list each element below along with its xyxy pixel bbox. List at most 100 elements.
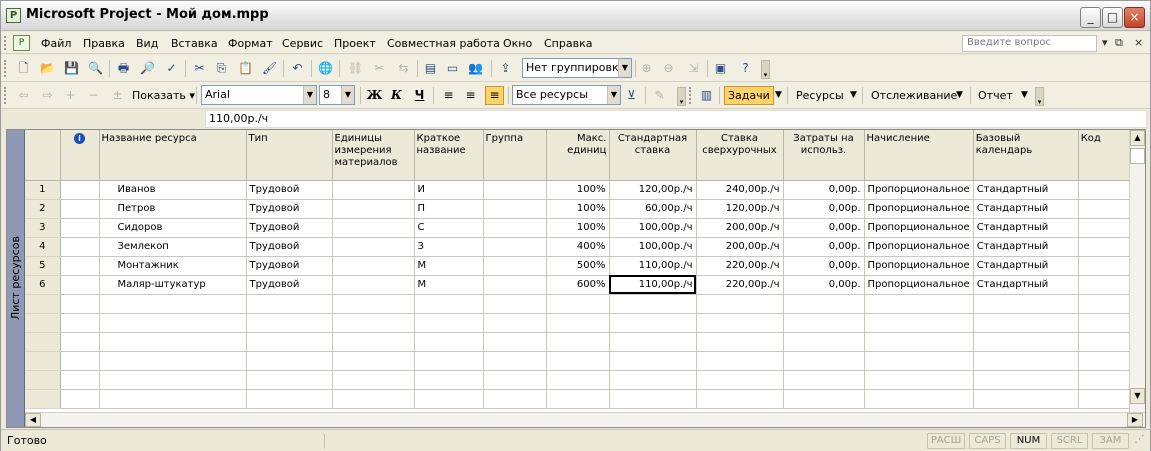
toolbar-grip[interactable] — [4, 87, 7, 104]
chevron-down-icon[interactable]: ▼ — [956, 86, 963, 105]
cell-max-units[interactable]: 600% — [546, 275, 610, 295]
cell-short-name[interactable]: И — [414, 180, 484, 200]
cell-material-units[interactable] — [332, 313, 415, 333]
cell-accrue[interactable]: Пропорциональное — [864, 180, 974, 200]
help-search-input[interactable]: Введите вопрос — [962, 35, 1097, 52]
chevron-down-icon[interactable]: ▼ — [341, 86, 354, 104]
scroll-thumb[interactable] — [1130, 148, 1145, 164]
cell-indicators[interactable] — [60, 199, 100, 219]
menu-window[interactable]: Окно — [503, 37, 532, 50]
table-row[interactable] — [25, 351, 1139, 371]
cell-type[interactable] — [246, 389, 333, 409]
cell-accrue[interactable]: Пропорциональное — [864, 218, 974, 238]
cell-accrue[interactable]: Пропорциональное — [864, 256, 974, 276]
cell-material-units[interactable] — [332, 332, 415, 352]
cell-short-name[interactable]: П — [414, 199, 484, 219]
close-button[interactable]: × — [1124, 7, 1145, 28]
cell-cost-per-use[interactable]: 0,00р. — [783, 237, 865, 257]
resize-grip-icon[interactable]: ⋰ — [1133, 433, 1146, 449]
cell-indicators[interactable] — [60, 180, 100, 200]
table-row[interactable]: 2 Петров Трудовой П 100% 60,00р./ч 120,00р./ч 0… — [25, 199, 1139, 219]
font-select[interactable]: Arial ▼ — [201, 85, 317, 105]
row-number[interactable]: 5 — [25, 256, 61, 276]
grouping-select[interactable]: Нет группировки ▼ — [522, 58, 632, 78]
cell-indicators[interactable] — [60, 294, 100, 314]
row-number[interactable] — [25, 294, 61, 314]
cell-max-units[interactable]: 100% — [546, 180, 610, 200]
cell-overtime-rate[interactable] — [696, 389, 784, 409]
cell-overtime-rate[interactable]: 220,00р./ч — [696, 275, 784, 295]
cell-group[interactable] — [483, 351, 547, 371]
cell-standard-rate[interactable]: 110,00р./ч — [609, 256, 697, 276]
cell-indicators[interactable] — [60, 351, 100, 371]
copy-picture-icon[interactable]: ▣ — [712, 60, 729, 77]
cell-base-calendar[interactable] — [973, 351, 1079, 371]
table-row[interactable] — [25, 294, 1139, 314]
cell-accrue[interactable]: Пропорциональное — [864, 275, 974, 295]
cell-base-calendar[interactable] — [973, 332, 1079, 352]
tracking-guide-button[interactable]: Отслеживание — [868, 86, 960, 105]
cell-standard-rate[interactable] — [609, 351, 697, 371]
cell-short-name[interactable]: М — [414, 275, 484, 295]
align-right-icon[interactable]: ≡ — [485, 86, 504, 105]
scroll-left-icon[interactable]: ◀ — [25, 413, 41, 427]
cut-icon[interactable]: ✂ — [191, 60, 208, 77]
copy-icon[interactable]: ⎘ — [213, 60, 230, 77]
chevron-down-icon[interactable]: ▼ — [775, 86, 782, 105]
cell-overtime-rate[interactable] — [696, 294, 784, 314]
cell-max-units[interactable] — [546, 313, 610, 333]
cell-type[interactable] — [246, 370, 333, 390]
cell-base-calendar[interactable]: Стандартный — [973, 199, 1079, 219]
cell-cost-per-use[interactable] — [783, 370, 865, 390]
task-info-icon[interactable]: ▤ — [422, 60, 439, 77]
cell-group[interactable] — [483, 294, 547, 314]
menu-project[interactable]: Проект — [334, 37, 376, 50]
cell-resource-name[interactable]: Монтажник — [99, 256, 247, 276]
row-number[interactable]: 3 — [25, 218, 61, 238]
cell-type[interactable] — [246, 313, 333, 333]
open-folder-icon[interactable]: 📂 — [39, 60, 56, 77]
publish-icon[interactable]: ⇪ — [497, 60, 514, 77]
row-number[interactable]: 1 — [25, 180, 61, 200]
cell-short-name[interactable] — [414, 351, 484, 371]
chevron-down-icon[interactable]: ▼ — [607, 86, 620, 104]
cell-group[interactable] — [483, 237, 547, 257]
cell-resource-name[interactable]: Землекоп — [99, 237, 247, 257]
cell-short-name[interactable]: З — [414, 237, 484, 257]
toolbar-grip[interactable] — [4, 36, 7, 50]
menu-insert[interactable]: Вставка — [171, 37, 218, 50]
cell-resource-name[interactable] — [99, 313, 247, 333]
cell-accrue[interactable] — [864, 294, 974, 314]
cell-type[interactable] — [246, 294, 333, 314]
cell-material-units[interactable] — [332, 389, 415, 409]
cell-group[interactable] — [483, 256, 547, 276]
cell-overtime-rate[interactable]: 220,00р./ч — [696, 256, 784, 276]
cell-accrue[interactable] — [864, 389, 974, 409]
font-size-select[interactable]: 8 ▼ — [319, 85, 355, 105]
table-row[interactable]: 1 Иванов Трудовой И 100% 120,00р./ч 240,00р./ч… — [25, 180, 1139, 200]
row-number[interactable] — [25, 370, 61, 390]
autofilter-icon[interactable]: ⊻ — [623, 87, 640, 104]
cell-cost-per-use[interactable] — [783, 313, 865, 333]
spelling-icon[interactable]: ✓ — [163, 60, 180, 77]
cell-type[interactable]: Трудовой — [246, 218, 333, 238]
cell-cost-per-use[interactable]: 0,00р. — [783, 218, 865, 238]
menu-format[interactable]: Формат — [228, 37, 273, 50]
align-center-icon[interactable]: ≡ — [461, 86, 480, 105]
cell-max-units[interactable] — [546, 351, 610, 371]
restore-document-icon[interactable]: ⧉ — [1115, 36, 1123, 50]
cell-short-name[interactable] — [414, 313, 484, 333]
cell-group[interactable] — [483, 370, 547, 390]
cell-indicators[interactable] — [60, 218, 100, 238]
cell-accrue[interactable]: Пропорциональное — [864, 199, 974, 219]
cell-overtime-rate[interactable]: 200,00р./ч — [696, 237, 784, 257]
cell-max-units[interactable]: 400% — [546, 237, 610, 257]
cell-resource-name[interactable] — [99, 389, 247, 409]
cell-standard-rate[interactable]: 110,00р./ч — [609, 275, 697, 295]
align-left-icon[interactable]: ≡ — [439, 86, 458, 105]
cell-material-units[interactable] — [332, 275, 415, 295]
cell-overtime-rate[interactable] — [696, 351, 784, 371]
table-row[interactable] — [25, 389, 1139, 409]
notes-icon[interactable]: ▭ — [444, 60, 461, 77]
cell-type[interactable]: Трудовой — [246, 256, 333, 276]
